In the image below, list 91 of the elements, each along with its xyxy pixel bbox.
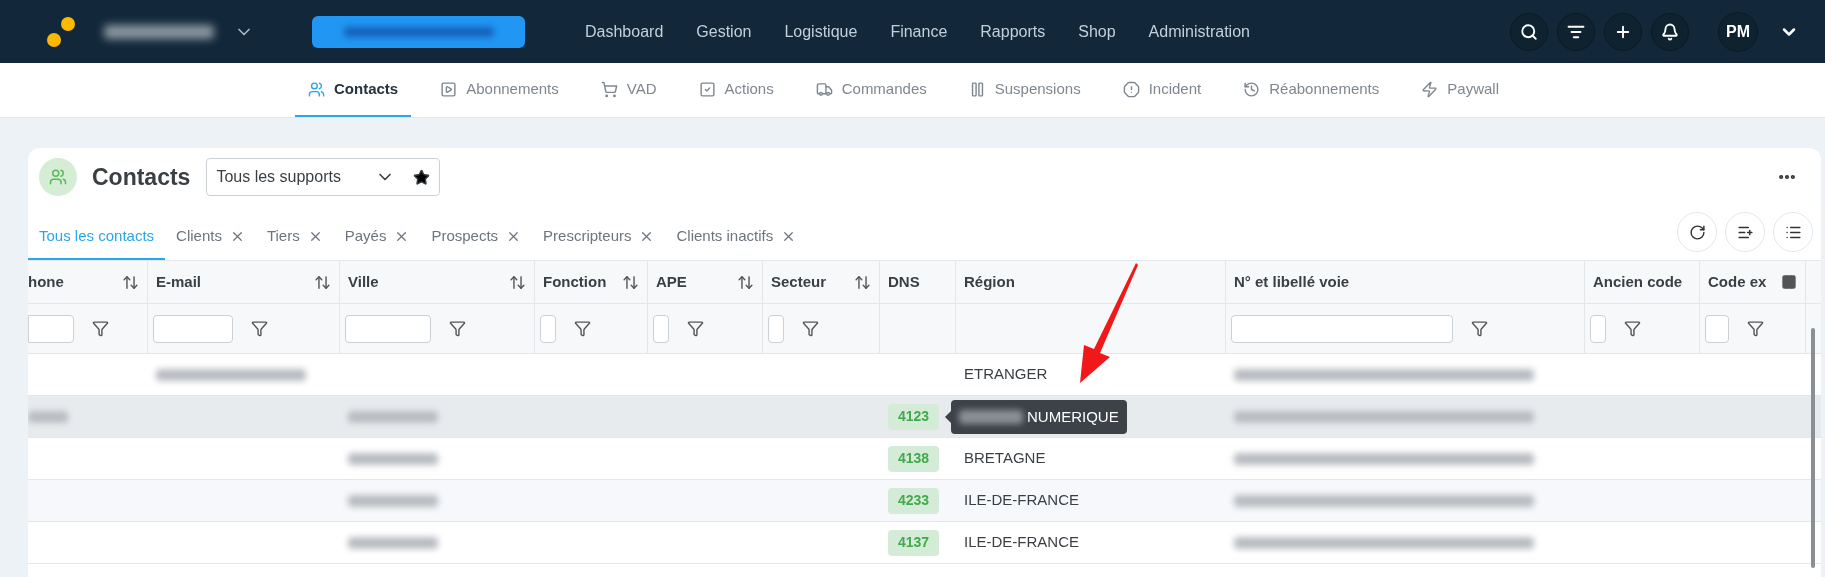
table-cell-text: ETRANGER: [964, 364, 1048, 385]
nav-link[interactable]: Rapports: [980, 19, 1046, 44]
sort-icon[interactable]: [854, 273, 871, 291]
filter-tab[interactable]: Clients inactifs: [665, 214, 808, 260]
users-icon: [308, 80, 325, 98]
nav-link[interactable]: Finance: [890, 19, 948, 44]
column-header[interactable]: Fonction: [535, 261, 648, 303]
add-button[interactable]: [1604, 12, 1642, 51]
filter-tab[interactable]: Clients: [165, 214, 256, 260]
truck-icon: [815, 80, 833, 98]
filter-icon[interactable]: [251, 320, 268, 337]
support-select[interactable]: Tous les supports: [206, 158, 441, 196]
bolt-icon: [1421, 80, 1439, 98]
column-header[interactable]: Ancien code: [1585, 261, 1700, 303]
dns-badge: 4123: [888, 403, 940, 430]
filter-input[interactable]: [345, 314, 431, 343]
table-cell-text: ILE-DE-FRANCE: [964, 532, 1079, 553]
sort-icon[interactable]: [737, 273, 754, 291]
filter-icon[interactable]: [449, 320, 466, 337]
sort-icon[interactable]: [622, 273, 639, 291]
table-cell-text: BRETAGNE: [964, 448, 1046, 469]
page-title: Contacts: [92, 162, 191, 192]
section-tab[interactable]: VAD: [587, 63, 670, 117]
filter-button[interactable]: [1557, 12, 1595, 51]
nav-link[interactable]: Administration: [1148, 19, 1250, 44]
filter-icon[interactable]: [1471, 320, 1488, 337]
section-tab[interactable]: Paywall: [1408, 63, 1512, 117]
star-icon[interactable]: [413, 168, 431, 186]
column-header[interactable]: DNS: [880, 261, 956, 303]
dns-badge: 4233: [888, 487, 940, 514]
filter-input[interactable]: [153, 314, 233, 343]
refresh-icon: [1688, 223, 1706, 241]
filter-input[interactable]: [768, 314, 784, 343]
checkbox-icon: [698, 80, 716, 98]
alert-icon: [1122, 80, 1140, 98]
bell-icon: [1661, 22, 1679, 41]
notifications-button[interactable]: [1651, 12, 1689, 51]
filter-icon[interactable]: [92, 320, 109, 337]
filter-input[interactable]: [540, 314, 556, 343]
blurred-button[interactable]: [312, 15, 525, 48]
section-tab[interactable]: Abonnements: [427, 63, 572, 117]
filter-icon[interactable]: [1747, 320, 1764, 337]
table-row[interactable]: 4123 NUMERIQUE: [28, 396, 1821, 438]
redacted-text: [959, 410, 1023, 424]
media-stack-icon: [440, 80, 458, 98]
users-icon: [39, 158, 77, 196]
filter-input[interactable]: [1590, 314, 1606, 343]
filter-tab[interactable]: Prospects: [420, 214, 533, 260]
filter-icon[interactable]: [1624, 320, 1641, 337]
filter-input[interactable]: [653, 314, 669, 343]
columns-icon[interactable]: [1781, 274, 1797, 290]
filter-input[interactable]: [1231, 314, 1453, 343]
filter-icon[interactable]: [687, 320, 704, 337]
filter-icon[interactable]: [574, 320, 591, 337]
history-icon: [1243, 80, 1261, 98]
section-tab[interactable]: Contacts: [295, 63, 412, 117]
section-tab[interactable]: Suspensions: [955, 63, 1094, 117]
column-header[interactable]: Secteur: [763, 261, 880, 303]
logo-icon: [46, 15, 76, 48]
search-icon: [1520, 22, 1538, 41]
column-header[interactable]: APE: [648, 261, 763, 303]
dns-badge: 4137: [888, 529, 940, 556]
filter-tab[interactable]: Tiers: [255, 214, 334, 260]
filter-tab[interactable]: Prescripteurs: [532, 214, 666, 260]
section-tab[interactable]: Commandes: [802, 63, 940, 117]
nav-link[interactable]: Logistique: [784, 19, 858, 44]
dns-badge: 4138: [888, 445, 940, 472]
column-header[interactable]: Ville: [340, 261, 535, 303]
tooltip-text: NUMERIQUE: [1027, 406, 1119, 427]
column-header[interactable]: N° et libellé voie: [1226, 261, 1585, 303]
filter-input[interactable]: [28, 314, 74, 343]
section-tab[interactable]: Réabonnements: [1230, 63, 1393, 117]
section-tab[interactable]: Actions: [685, 63, 787, 117]
table-cell-text: ILE-DE-FRANCE: [964, 490, 1079, 511]
nav-link[interactable]: Shop: [1078, 19, 1116, 44]
user-avatar[interactable]: PM: [1718, 11, 1758, 52]
nav-link[interactable]: Dashboard: [585, 19, 664, 44]
filter-icon[interactable]: [802, 320, 819, 337]
nav-link[interactable]: Gestion: [696, 19, 752, 44]
filter-input[interactable]: [1705, 314, 1729, 343]
section-tab[interactable]: Incident: [1109, 63, 1215, 117]
table-row[interactable]: 4233 ILE-DE-FRANCE: [28, 480, 1821, 522]
column-header[interactable]: Code ex: [1700, 261, 1806, 303]
filter-tab[interactable]: Payés: [333, 214, 421, 260]
cart-icon: [600, 80, 618, 98]
column-header[interactable]: hone: [28, 261, 148, 303]
sort-icon[interactable]: [509, 273, 526, 291]
column-header[interactable]: E-mail: [148, 261, 340, 303]
sort-icon[interactable]: [122, 273, 139, 291]
search-button[interactable]: [1510, 12, 1548, 51]
sort-icon[interactable]: [314, 273, 331, 291]
